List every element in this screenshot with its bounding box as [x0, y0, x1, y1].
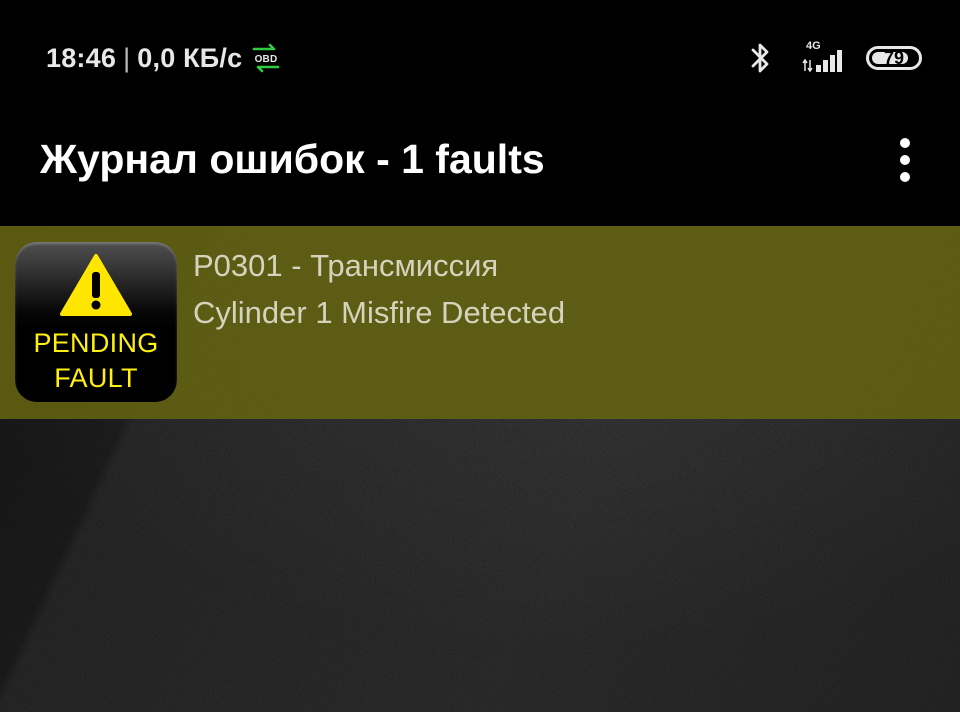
- menu-dot: [900, 155, 910, 165]
- bluetooth-icon: [748, 40, 772, 76]
- fault-code: P0301 - Трансмиссия: [193, 248, 499, 283]
- status-bar-right: 4G 79: [748, 38, 922, 78]
- page-title: Журнал ошибок - 1 faults: [40, 136, 545, 182]
- obd-badge-text: OBD: [255, 54, 278, 65]
- battery-level: 79: [883, 47, 905, 68]
- clock: 18:46: [46, 42, 117, 73]
- status-bar-left: 18:46 | 0,0 КБ/с OBD: [46, 40, 282, 76]
- fault-description: Cylinder 1 Misfire Detected: [193, 295, 566, 330]
- obd-connection-icon: OBD: [250, 42, 282, 74]
- fault-list-item[interactable]: PENDING FAULT P0301 - Трансмиссия Cylind…: [0, 226, 960, 419]
- status-separator: |: [123, 42, 131, 73]
- pending-badge-line2: FAULT: [54, 363, 138, 393]
- menu-dot: [900, 138, 910, 148]
- battery-icon: 79: [866, 46, 922, 70]
- app-bar: Журнал ошибок - 1 faults: [0, 110, 960, 226]
- pending-fault-warning-icon: PENDING FAULT: [15, 242, 177, 402]
- cellular-signal-icon: 4G: [802, 40, 852, 76]
- status-bar: 18:46 | 0,0 КБ/с OBD 4G 79: [0, 0, 960, 110]
- fault-list: PENDING FAULT P0301 - Трансмиссия Cylind…: [0, 226, 960, 712]
- menu-dot: [900, 172, 910, 182]
- more-vert-icon[interactable]: [890, 138, 920, 182]
- warning-triangle-icon: [60, 254, 132, 316]
- pending-badge-line1: PENDING: [33, 328, 159, 358]
- network-speed: 0,0 КБ/с: [137, 42, 243, 73]
- app-screen: 18:46 | 0,0 КБ/с OBD 4G 79 Журнал ошибок…: [0, 0, 960, 712]
